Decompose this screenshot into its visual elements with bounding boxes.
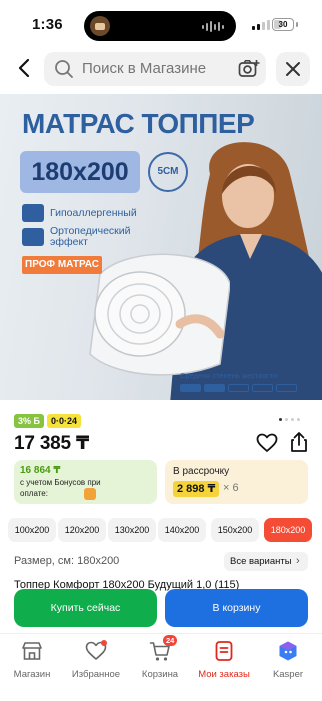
feature-icon — [22, 228, 44, 246]
battery-cap — [296, 22, 298, 27]
installment-badge: 0·0·24 — [46, 414, 81, 428]
banner-size: 180x200 — [20, 151, 140, 193]
stiffness-segment — [180, 384, 201, 392]
product-price: 17 385 ₸ — [14, 433, 90, 454]
chevron-right-icon: › — [296, 555, 300, 567]
installment-amount: 2 898 ₸ — [173, 481, 220, 497]
feature-label: Ортопедический эффект — [50, 225, 131, 248]
cart-count-badge: 24 — [163, 635, 178, 646]
search-icon — [55, 60, 73, 78]
tab-cart[interactable]: 24 Корзина — [128, 635, 192, 680]
size-chip[interactable]: 150x200 — [211, 518, 259, 542]
close-icon — [286, 62, 300, 76]
gallery-dot — [291, 418, 294, 421]
add-to-cart-button[interactable]: В корзину — [165, 589, 308, 627]
bonus-text: с учетом Бонусов при оплате: — [20, 478, 101, 498]
banner-title: МАТРАС ТОППЕР — [22, 108, 255, 139]
product-image-gallery[interactable]: МАТРАС ТОППЕР 180x200 5СМ Гипоаллергенны… — [0, 94, 322, 400]
bottom-tab-bar: Магазин Избранное 24 Корзина Мои заказы — [0, 633, 322, 701]
back-icon[interactable] — [14, 56, 36, 80]
audio-wave-icon — [202, 21, 224, 32]
search-bar[interactable] — [44, 52, 266, 86]
cart-icon: 24 — [149, 635, 178, 662]
size-label: Размер, см: 180x200 — [14, 555, 120, 567]
tab-shop[interactable]: Магазин — [0, 640, 64, 680]
feature-label: Гипоаллергенный — [50, 206, 137, 219]
installment-label: В рассрочку — [173, 466, 230, 477]
status-bar: 1:36 30 — [0, 0, 322, 46]
size-chip[interactable]: 140x200 — [158, 518, 206, 542]
bonus-price: 16 864 ₸ — [20, 465, 61, 476]
orders-icon — [215, 641, 233, 661]
stiffness-segment — [228, 384, 249, 392]
search-input[interactable] — [82, 52, 232, 86]
size-chip[interactable]: 100x200 — [8, 518, 56, 542]
shop-icon — [22, 642, 42, 660]
share-icon[interactable] — [288, 431, 310, 453]
stiffness-scale — [180, 384, 297, 392]
stiffness-segment — [204, 384, 225, 392]
brand-tag: ПРОФ МАТРАС — [22, 256, 102, 274]
size-chip[interactable]: 130x200 — [108, 518, 156, 542]
status-time: 1:36 — [32, 16, 63, 33]
gallery-dot — [285, 418, 288, 421]
buy-now-button[interactable]: Купить сейчас — [14, 589, 157, 627]
tab-kasper[interactable]: Kasper — [256, 640, 320, 680]
feature-hypoallergenic: Гипоаллергенный — [22, 202, 137, 224]
size-selector: 100x200 120x200 130x200 140x200 150x200 … — [0, 518, 322, 542]
stiffness-label: Средняя степень жесткости — [180, 371, 278, 380]
bonus-price-card[interactable]: 16 864 ₸ с учетом Бонусов при оплате: — [14, 460, 157, 504]
all-variants-label: Все варианты — [230, 556, 292, 567]
stiffness-segment — [252, 384, 273, 392]
product-badges: 3% Б 0·0·24 — [14, 414, 81, 428]
search-header — [0, 46, 322, 92]
heart-icon — [85, 640, 107, 662]
tab-label: Корзина — [141, 669, 179, 680]
all-variants-button[interactable]: Все варианты › — [224, 552, 308, 571]
tab-my-orders[interactable]: Мои заказы — [192, 640, 256, 680]
cashback-badge: 3% Б — [14, 414, 44, 428]
size-chip-selected[interactable]: 180x200 — [264, 518, 312, 542]
signal-icon — [252, 20, 270, 30]
tab-label: Магазин — [13, 669, 51, 680]
kasper-icon — [279, 641, 297, 661]
camera-search-icon[interactable] — [238, 59, 260, 79]
tab-label: Kasper — [272, 669, 304, 680]
tab-favorites[interactable]: Избранное — [64, 640, 128, 680]
gallery-dots — [279, 418, 300, 421]
gallery-dot — [297, 418, 300, 421]
installment-multiplier: × 6 — [223, 482, 239, 494]
bonus-coin-icon — [84, 488, 96, 500]
close-button[interactable] — [276, 52, 310, 86]
gallery-dot — [279, 418, 282, 421]
size-chip[interactable]: 120x200 — [58, 518, 106, 542]
favorite-icon[interactable] — [256, 433, 278, 453]
tab-label: Избранное — [71, 669, 121, 680]
now-playing-icon — [90, 16, 110, 36]
dynamic-island — [84, 11, 236, 41]
feature-orthopedic: Ортопедический эффект — [22, 225, 131, 248]
thickness-badge: 5СМ — [148, 152, 188, 192]
feature-icon — [22, 204, 44, 222]
battery-icon: 30 — [272, 18, 294, 31]
tab-label: Мои заказы — [198, 669, 250, 680]
notification-dot — [101, 640, 107, 646]
installment-card[interactable]: В рассрочку 2 898 ₸ × 6 — [165, 460, 308, 504]
stiffness-segment — [276, 384, 297, 392]
